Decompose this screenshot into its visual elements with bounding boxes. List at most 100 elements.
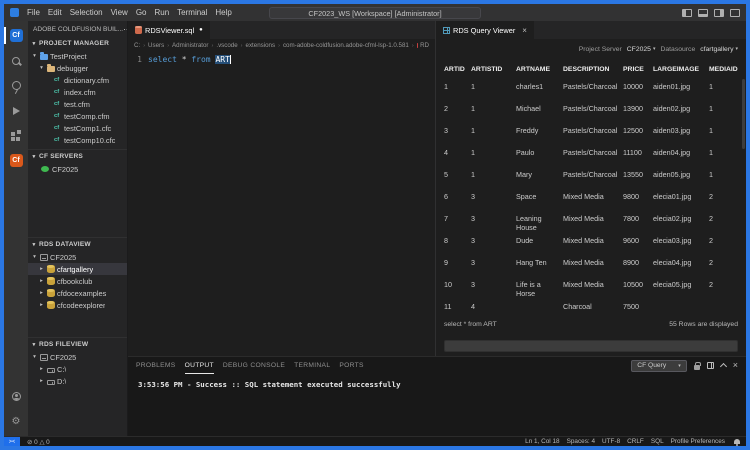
breadcrumb-administrator[interactable]: Administrator [172,42,208,49]
table-row[interactable]: 2 1 Michael Pastels/Charcoal 13900 aiden02.jp… [444,101,746,123]
table-row[interactable]: 9 3 Hang Ten Mixed Media 8900 elecia04.jpg 2 [444,255,746,277]
status-profile-preferences[interactable]: Profile Preferences [671,438,725,445]
toggle-panel-icon[interactable] [698,8,708,17]
activity-settings[interactable]: ⚙ [4,409,28,434]
column-header-description[interactable]: DESCRIPTION [563,66,623,73]
menu-help[interactable]: Help [215,8,231,17]
customize-layout-icon[interactable] [730,8,740,17]
section-header-rds-fileview[interactable]: ▾ RDS FILEVIEW [28,338,127,351]
tab-rdsviewer-sql[interactable]: RDSViewer.sql ● [128,21,210,39]
column-header-largeimage[interactable]: LARGEIMAGE [653,66,709,73]
output-channel-select[interactable]: CF Query ▾ [631,359,687,372]
remote-indicator[interactable]: >< [4,437,20,446]
server-select[interactable]: CF2025 ▾ [627,46,656,53]
tree-item-dictionary-cfm[interactable]: dictionary.cfm [28,74,127,86]
menu-view[interactable]: View [111,8,128,17]
menu-edit[interactable]: Edit [48,8,62,17]
scrollbar[interactable] [742,79,745,149]
table-row[interactable]: 3 1 Freddy Pastels/Charcoal 12500 aiden03.jpg… [444,123,746,145]
table-row[interactable]: 1 1 charles1 Pastels/Charcoal 10000 aiden01.j… [444,79,746,101]
tree-item-test-cfm[interactable]: test.cfm [28,98,127,110]
status-utf-8[interactable]: UTF-8 [602,438,620,445]
table-row[interactable]: 8 3 Dude Mixed Media 9600 elecia03.jpg 2 [444,233,746,255]
column-header-artistid[interactable]: ARTISTID [471,66,516,73]
breadcrumb-users[interactable]: Users [148,42,164,49]
split-panel-icon[interactable] [706,362,714,369]
maximize-panel-icon[interactable] [719,362,727,371]
activity-search[interactable] [4,48,28,73]
section-header-cf-servers[interactable]: ▾ CF SERVERS [28,150,127,163]
table-row[interactable]: 4 1 Paulo Pastels/Charcoal 11100 aiden04.jpg 1 [444,145,746,167]
tab-rds-query-viewer[interactable]: RDS Query Viewer × [436,21,534,39]
tree-item-testcomp-cfm[interactable]: testComp.cfm [28,110,127,122]
lock-icon[interactable] [693,361,701,370]
breadcrumb-vscode[interactable]: .vscode [216,42,237,49]
query-input[interactable] [444,339,738,352]
activity-coldfusion-server[interactable]: Cf [4,148,28,173]
tree-item-testproject[interactable]: ▾ TestProject [28,50,127,62]
section-header-rds-dataview[interactable]: ▾ RDS DATAVIEW [28,238,127,251]
toggle-sidebar-icon[interactable] [682,8,692,17]
menu-terminal[interactable]: Terminal [177,8,207,17]
tree-item-cfdocexamples[interactable]: ▸ cfdocexamples [28,287,127,299]
tree-item-label: cfdocexamples [57,288,107,298]
breadcrumb-c[interactable]: C: [134,42,140,49]
table-row[interactable]: 7 3 Leaning House Mixed Media 7800 elecia02.j… [444,211,746,233]
column-header-artname[interactable]: ARTNAME [516,66,563,73]
breadcrumb-rd[interactable]: RD [420,42,429,49]
activity-account[interactable] [4,384,28,409]
tree-item-cfcodeexplorer[interactable]: ▸ cfcodeexplorer [28,299,127,311]
activity-extensions[interactable] [4,123,28,148]
tree-item-cf2025[interactable]: CF2025 [28,163,127,175]
panel-tab-ports[interactable]: PORTS [339,357,363,374]
tree-item-c[interactable]: ▸ C:\ [28,363,127,375]
activity-coldfusion-builder[interactable]: Cf [4,23,28,48]
menu-file[interactable]: File [27,8,40,17]
menu-go[interactable]: Go [136,8,147,17]
activity-source-control[interactable] [4,73,28,98]
code-editor[interactable]: 1 select * from ART [128,52,435,356]
tree-item-cf2025[interactable]: ▾ CF2025 [28,351,127,363]
problems-status[interactable]: ⊘ 0 △ 0 [27,438,50,446]
status-sql[interactable]: SQL [651,438,664,445]
tree-item-index-cfm[interactable]: index.cfm [28,86,127,98]
status-crlf[interactable]: CRLF [627,438,644,445]
table-row[interactable]: 10 3 Life is a Horse Mixed Media 10500 elecia… [444,277,746,299]
table-row[interactable]: 11 4 Charcoal 7500 [444,299,746,317]
column-header-mediaid[interactable]: MEDIAID [709,66,743,73]
output-content[interactable]: 3:53:56 PM - Success :: SQL statement ex… [128,374,746,395]
tree-item-debugger[interactable]: ▾ debugger [28,62,127,74]
tree-item-cfbookclub[interactable]: ▸ cfbookclub [28,275,127,287]
tree-item-cf2025[interactable]: ▾ CF2025 [28,251,127,263]
breadcrumb-com-adobe-coldfusion-adobe-cfml-lsp-1-0-581[interactable]: com-adobe-coldfusion.adobe-cfml-lsp-1.0.… [283,42,409,49]
menu-selection[interactable]: Selection [70,8,103,17]
panel-tab-debug-console[interactable]: DEBUG CONSOLE [223,357,285,374]
breadcrumb-extensions[interactable]: extensions [246,42,276,49]
activity-run-debug[interactable] [4,98,28,123]
tree-item-testcomp1-cfc[interactable]: testComp1.cfc [28,122,127,134]
window-title[interactable]: CF2023_WS [Workspace] [Administrator] [269,6,481,19]
more-actions-icon[interactable]: ⋯ [123,25,127,34]
close-icon[interactable]: × [522,26,527,35]
tree-item-label: cfartgallery [57,264,94,274]
datasource-select[interactable]: cfartgallery ▾ [700,46,738,53]
panel-tab-problems[interactable]: PROBLEMS [136,357,176,374]
toggle-secondary-sidebar-icon[interactable] [714,8,724,17]
column-header-price[interactable]: PRICE [623,66,653,73]
tree-item-d[interactable]: ▸ D:\ [28,375,127,387]
section-header-project-manager[interactable]: ▾ PROJECT MANAGER [28,37,127,50]
vscode-logo-icon[interactable] [10,8,19,17]
table-row[interactable]: 6 3 Space Mixed Media 9800 elecia01.jpg 2 [444,189,746,211]
modified-dot-icon[interactable]: ● [199,27,203,33]
panel-tab-terminal[interactable]: TERMINAL [294,357,330,374]
menu-run[interactable]: Run [154,8,169,17]
status-ln-1-col-18[interactable]: Ln 1, Col 18 [525,438,559,445]
tree-item-cfartgallery[interactable]: ▸ cfartgallery [28,263,127,275]
bell-icon[interactable] [734,439,740,446]
tree-item-testcomp10-cfc[interactable]: testComp10.cfc [28,134,127,146]
status-spaces-4[interactable]: Spaces: 4 [567,438,595,445]
column-header-artid[interactable]: ARTID [444,66,471,73]
panel-tab-output[interactable]: OUTPUT [184,357,214,374]
table-row[interactable]: 5 1 Mary Pastels/Charcoal 13550 aiden05.jpg 1 [444,167,746,189]
close-panel-icon[interactable]: × [733,361,738,370]
